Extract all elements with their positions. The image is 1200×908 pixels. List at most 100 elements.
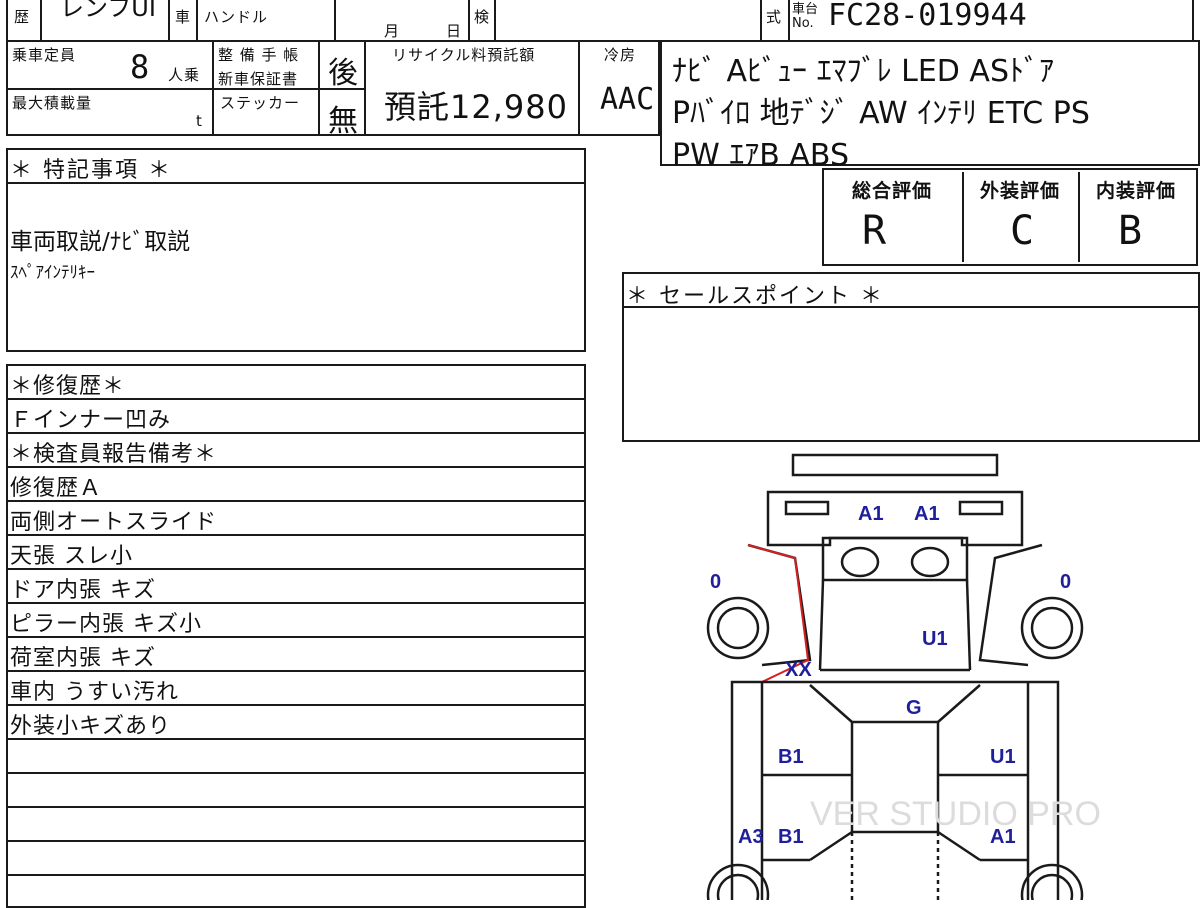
repair-title: ＊修復歴＊ xyxy=(10,374,126,399)
damage-mark-roof: G xyxy=(906,697,922,719)
pillar-rl xyxy=(809,830,853,862)
maintenance-value: 後 xyxy=(328,56,358,91)
watermark: VER STUDIO PRO xyxy=(810,795,1101,833)
divider xyxy=(40,0,42,42)
divider xyxy=(6,568,586,570)
divider xyxy=(6,840,586,842)
divider xyxy=(6,500,586,502)
hood-right-edge xyxy=(965,579,972,671)
repair-detail: Ｆインナー凹み xyxy=(10,408,172,433)
divider xyxy=(6,670,586,672)
divider xyxy=(760,0,762,42)
recycle-value: 預託12,980 xyxy=(384,88,568,126)
damage-mark-left-frame: XX xyxy=(785,659,812,681)
hood-left-edge xyxy=(818,579,825,671)
divider xyxy=(494,0,496,42)
model-code-label: 式 xyxy=(766,8,783,26)
warranty-label: 新車保証書 xyxy=(218,70,299,88)
pillar-fl xyxy=(809,684,853,723)
chassis-label-no: No. xyxy=(792,16,814,31)
inspector-note: 両側オートスライド xyxy=(10,510,218,535)
vehicle-label: 車 xyxy=(175,8,192,26)
divider xyxy=(6,874,586,876)
damage-mark-front-right: A1 xyxy=(914,503,940,525)
damage-mark-right-rear: A1 xyxy=(990,826,1016,848)
load-unit: t xyxy=(196,112,203,130)
inspector-note: ドア内張 キズ xyxy=(10,578,156,603)
exterior-grade-value: C xyxy=(1010,208,1035,254)
equipment-line-1: ﾅﾋﾞ Aﾋﾞｭｰ ｴﾏﾌﾞﾚ LED ASﾄﾞｱ xyxy=(672,54,1055,89)
wheel-rear-left-hub xyxy=(716,873,760,900)
divider xyxy=(6,398,586,400)
handle-label: ハンドル xyxy=(204,8,269,26)
damage-mark-right-door-1: U1 xyxy=(990,746,1016,768)
fog-lamp-right xyxy=(910,546,950,578)
wheel-front-right-hub xyxy=(1030,606,1074,650)
damage-mark-wheel-fl: 0 xyxy=(710,571,721,593)
equipment-line-2: Pﾊﾞｲﾛ 地ﾃﾞｼﾞ AW ｲﾝﾃﾘ ETC PS xyxy=(672,96,1090,131)
divider xyxy=(788,0,790,42)
special-note-1: 車両取説/ﾅﾋﾞ取説 xyxy=(10,229,191,255)
front-bumper xyxy=(791,453,999,477)
overall-grade-value: R xyxy=(862,208,887,254)
load-label: 最大積載量 xyxy=(12,94,93,112)
capacity-value: 8 xyxy=(130,48,150,86)
divider xyxy=(1078,172,1080,262)
inspector-note: 修復歴Ａ xyxy=(10,476,103,501)
damage-mark-left-rear-a: A3 xyxy=(738,826,764,848)
damage-mark-wheel-fr: 0 xyxy=(1060,571,1071,593)
divider xyxy=(364,40,366,136)
special-note-2: ｽﾍﾟｱｲﾝﾃﾘｷｰ xyxy=(10,263,95,283)
inspector-note: 外装小キズあり xyxy=(10,714,172,739)
inspector-note: 荷室内張 キズ xyxy=(10,646,156,671)
day-label: 日 xyxy=(446,22,463,40)
inspector-note: 天張 スレ小 xyxy=(10,544,133,569)
sales-point-title: ＊ セールスポイント ＊ xyxy=(626,284,884,309)
damage-mark-left-door-1: B1 xyxy=(778,746,804,768)
wheel-front-left-hub xyxy=(716,606,760,650)
capacity-unit: 人乗 xyxy=(168,66,201,84)
model-name: レンフUI xyxy=(60,0,156,22)
interior-grade-label: 内装評価 xyxy=(1096,180,1177,202)
pillar-rr xyxy=(937,830,981,862)
damage-mark-left-rear-b: B1 xyxy=(778,826,804,848)
month-label: 月 xyxy=(384,22,401,40)
sticker-value: 無 xyxy=(328,104,358,139)
damage-mark-hood-right: U1 xyxy=(922,628,948,650)
chassis-number: FC28-019944 xyxy=(828,0,1027,33)
overall-grade-label: 総合評価 xyxy=(852,180,933,202)
interior-grade-value: B xyxy=(1118,208,1143,254)
divider xyxy=(578,40,580,136)
divider xyxy=(168,0,170,42)
pillar-fr xyxy=(937,684,981,723)
vehicle-damage-diagram: VER STUDIO PRO A1 A1 0 0 U1 XX G B1 U1 A… xyxy=(706,453,1101,900)
inspector-note: 車内 うすい汚れ xyxy=(10,680,179,705)
divider xyxy=(6,602,586,604)
inspector-note: ピラー内張 キズ小 xyxy=(10,612,202,637)
divider xyxy=(334,0,336,42)
divider xyxy=(6,432,586,434)
front-right-light xyxy=(958,500,1004,516)
history-label: 歴 xyxy=(14,8,31,26)
maintenance-label: 整 備 手 帳 xyxy=(218,46,300,64)
recycle-label: リサイクル料預託額 xyxy=(392,46,536,64)
divider xyxy=(962,172,964,262)
inspection-label: 検 xyxy=(474,8,491,26)
fog-lamp-left xyxy=(840,546,880,578)
front-left-light xyxy=(784,500,830,516)
divider xyxy=(468,0,470,42)
inspector-title: ＊検査員報告備考＊ xyxy=(10,442,218,467)
damage-mark-front-left: A1 xyxy=(858,503,884,525)
exterior-grade-label: 外装評価 xyxy=(980,180,1061,202)
divider xyxy=(6,88,212,90)
divider xyxy=(6,636,586,638)
divider xyxy=(6,704,586,706)
divider xyxy=(6,466,586,468)
hood-front xyxy=(821,536,969,582)
sticker-label: ステッカー xyxy=(220,94,301,112)
ac-label: 冷房 xyxy=(604,46,637,64)
chassis-label-top: 車台 xyxy=(792,2,819,17)
divider xyxy=(6,738,586,740)
divider xyxy=(318,40,320,136)
divider xyxy=(6,534,586,536)
